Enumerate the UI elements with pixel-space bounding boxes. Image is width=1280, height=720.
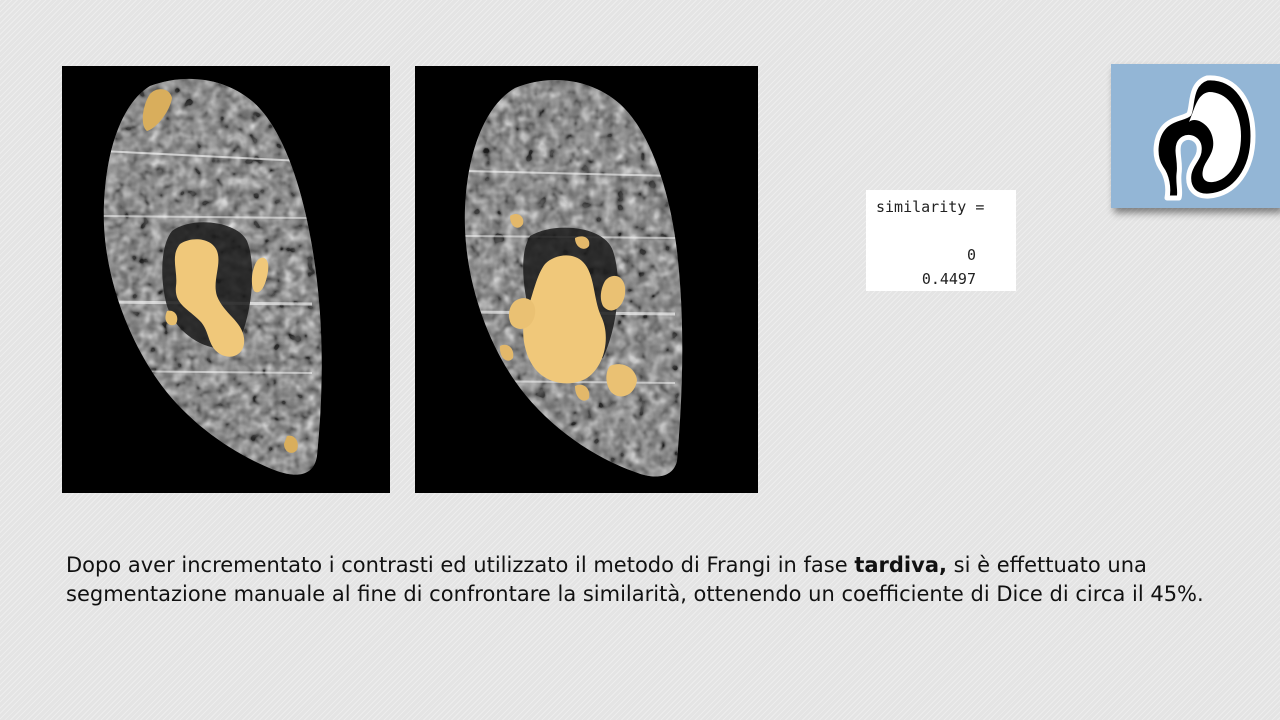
kidney-scan-image-left — [62, 66, 390, 493]
similarity-spacer — [876, 219, 1016, 243]
similarity-output-panel: similarity = 0 0.4497 — [866, 190, 1016, 291]
kidney-icon — [1153, 75, 1256, 201]
logo-box — [1111, 64, 1280, 208]
kidney-scan-image-right — [415, 66, 758, 493]
caption-bold-term: tardiva, — [854, 553, 947, 577]
mri-scan-left — [62, 66, 390, 493]
caption-text-start: Dopo aver incrementato i contrasti ed ut… — [66, 553, 855, 577]
mri-scan-right — [415, 66, 758, 493]
similarity-value-1: 0.4497 — [921, 270, 976, 288]
similarity-label: similarity = — [876, 198, 985, 216]
slide-caption: Dopo aver incrementato i contrasti ed ut… — [66, 551, 1226, 609]
similarity-value-0: 0 — [966, 246, 976, 264]
